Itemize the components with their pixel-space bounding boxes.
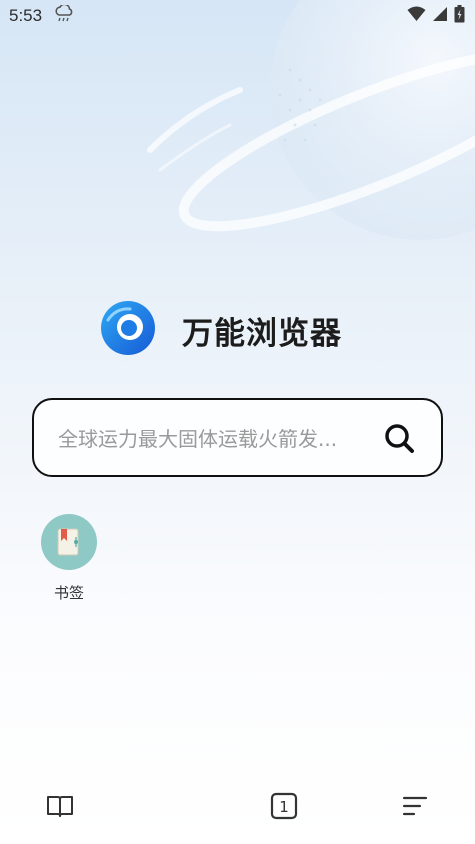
cloud-rain-icon (54, 3, 74, 27)
bookmarks-button[interactable] (42, 788, 78, 824)
background-planet-decoration (147, 0, 475, 240)
search-button[interactable] (381, 420, 417, 456)
battery-icon (454, 5, 465, 27)
wifi-icon (407, 6, 426, 26)
tabs-icon: 1 (270, 792, 298, 820)
status-bar: 5:53 (0, 0, 475, 32)
app-branding: 万能浏览器 (100, 300, 342, 360)
menu-icon (402, 796, 428, 816)
search-icon (385, 423, 414, 453)
menu-button[interactable] (396, 788, 432, 824)
shortcut-label: 书签 (53, 584, 84, 602)
shortcut-bookmarks[interactable]: 书签 (40, 514, 98, 603)
search-placeholder: 全球运力最大固体运载火箭发... (58, 427, 338, 451)
status-icons (407, 5, 465, 27)
tab-count: 1 (279, 798, 289, 816)
app-title: 万能浏览器 (182, 315, 342, 352)
tabs-button[interactable]: 1 (266, 788, 302, 824)
book-icon (47, 796, 73, 817)
status-time: 5:53 (9, 6, 43, 25)
bottom-navigation: 1 (0, 772, 475, 836)
search-input[interactable]: 全球运力最大固体运载火箭发... (32, 398, 443, 477)
status-left: 5:53 (9, 3, 74, 27)
browser-logo-icon (100, 300, 156, 360)
signal-icon (432, 6, 448, 26)
bookmark-book-icon (41, 514, 97, 570)
